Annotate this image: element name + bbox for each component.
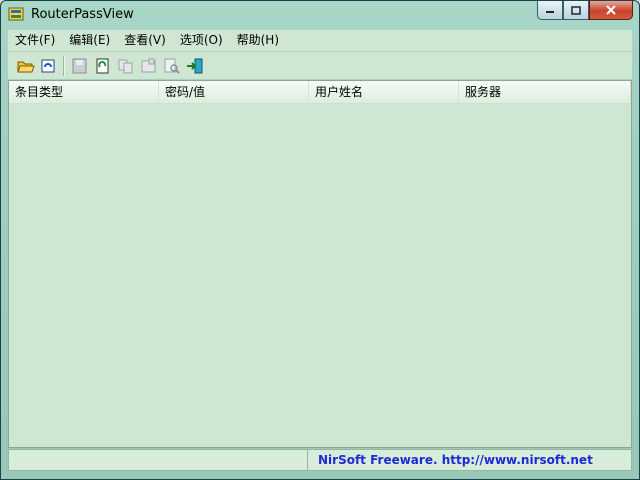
list-header: 条目类型 密码/值 用户姓名 服务器	[9, 81, 631, 104]
copy-icon	[118, 59, 132, 73]
window-title: RouterPassView	[31, 7, 134, 22]
menu-options[interactable]: 选项(O)	[173, 30, 230, 51]
refresh-file-button[interactable]	[37, 55, 60, 77]
column-server[interactable]: 服务器	[459, 81, 631, 103]
status-bar: NirSoft Freeware. http://www.nirsoft.net	[8, 449, 632, 471]
refresh-file-icon	[41, 59, 54, 72]
menu-edit[interactable]: 编辑(E)	[62, 30, 117, 51]
save-button[interactable]	[68, 55, 91, 77]
properties-button[interactable]	[137, 55, 160, 77]
menu-view[interactable]: 查看(V)	[117, 30, 173, 51]
nirsoft-link[interactable]: NirSoft Freeware. http://www.nirsoft.net	[308, 449, 632, 471]
toolbar-separator	[63, 55, 65, 76]
save-icon	[72, 58, 86, 73]
copy-button[interactable]	[114, 55, 137, 77]
minimize-button[interactable]	[537, 1, 563, 20]
maximize-button[interactable]	[563, 1, 589, 20]
minimize-icon	[546, 11, 554, 13]
menu-file[interactable]: 文件(F)	[8, 30, 62, 51]
column-user-name[interactable]: 用户姓名	[309, 81, 459, 103]
menu-bar: 文件(F) 编辑(E) 查看(V) 选项(O) 帮助(H)	[8, 30, 632, 51]
menu-help[interactable]: 帮助(H)	[230, 30, 286, 51]
find-button[interactable]	[160, 55, 183, 77]
column-entry-type[interactable]: 条目类型	[9, 81, 159, 103]
reload-button[interactable]	[91, 55, 114, 77]
properties-icon	[141, 58, 155, 72]
title-bar[interactable]: RouterPassView	[1, 1, 639, 29]
password-list[interactable]: 条目类型 密码/值 用户姓名 服务器	[8, 80, 632, 448]
status-left	[8, 449, 308, 471]
maximize-icon	[571, 5, 581, 15]
open-button[interactable]	[14, 55, 37, 77]
open-icon	[16, 61, 35, 72]
toolbar	[8, 51, 632, 79]
app-window: RouterPassView 文件(F) 编辑(E) 查看(V) 选项(O) 帮…	[0, 0, 640, 480]
exit-button[interactable]	[183, 55, 206, 77]
exit-icon	[186, 58, 202, 73]
reload-icon	[96, 58, 108, 73]
app-icon	[8, 7, 24, 21]
close-icon	[606, 5, 616, 15]
column-password-value[interactable]: 密码/值	[159, 81, 309, 103]
close-button[interactable]	[589, 1, 633, 20]
find-icon	[164, 58, 180, 74]
